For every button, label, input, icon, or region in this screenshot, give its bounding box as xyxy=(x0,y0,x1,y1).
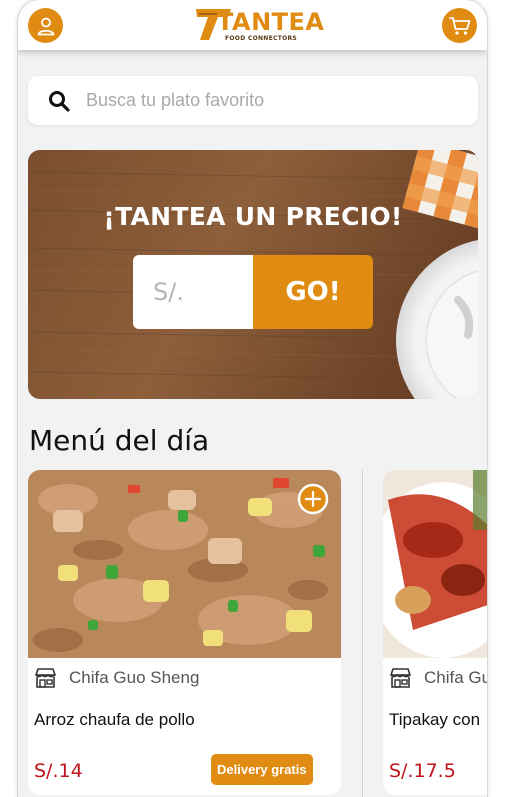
user-icon xyxy=(37,17,54,35)
search-bar[interactable] xyxy=(28,76,478,125)
dish-name: Tipakay con xyxy=(389,710,481,729)
cart-button[interactable] xyxy=(442,8,477,43)
restaurant-info[interactable]: Chifa Guo Sheng xyxy=(34,666,199,690)
price-hero-banner: ¡TANTEA UN PRECIO! GO! xyxy=(28,150,478,399)
search-icon xyxy=(49,90,70,112)
dish-name: Arroz chaufa de pollo xyxy=(34,710,195,729)
go-button[interactable]: GO! xyxy=(253,255,373,329)
tantea-logo[interactable]: TANTEA FOOD CONNECTORS xyxy=(195,6,324,44)
hero-title: ¡TANTEA UN PRECIO! xyxy=(103,202,403,231)
dish-image xyxy=(28,470,341,658)
price-form: GO! xyxy=(133,255,373,329)
store-icon xyxy=(390,668,411,688)
store-icon xyxy=(35,668,56,688)
menu-card[interactable]: Chifa Gu Tipakay con S/.17.5 xyxy=(383,470,487,795)
top-bar: TANTEA FOOD CONNECTORS xyxy=(18,0,487,50)
cart-icon xyxy=(448,16,470,35)
dish-price: S/.17.5 xyxy=(389,760,456,782)
delivery-badge: Delivery gratis xyxy=(211,754,313,785)
logo-text: TANTEA xyxy=(217,8,325,36)
menu-section-title: Menú del día xyxy=(29,424,210,457)
restaurant-info[interactable]: Chifa Gu xyxy=(389,666,487,690)
price-input[interactable] xyxy=(133,255,253,329)
restaurant-name: Chifa Gu xyxy=(424,668,487,687)
dish-price: S/.14 xyxy=(34,760,83,782)
dish-image xyxy=(383,470,487,658)
phone-frame: TANTEA FOOD CONNECTORS Busca tu plato fa… xyxy=(18,0,487,797)
add-to-cart-button[interactable] xyxy=(297,483,329,515)
menu-card[interactable]: Chifa Guo Sheng Arroz chaufa de pollo S/… xyxy=(28,470,341,795)
logo-tagline: FOOD CONNECTORS xyxy=(225,35,298,42)
profile-button[interactable] xyxy=(28,8,63,43)
card-divider xyxy=(362,470,363,797)
search-input[interactable] xyxy=(86,90,446,111)
restaurant-name: Chifa Guo Sheng xyxy=(69,668,200,687)
menu-carousel[interactable]: Chifa Guo Sheng Arroz chaufa de pollo S/… xyxy=(28,470,487,797)
